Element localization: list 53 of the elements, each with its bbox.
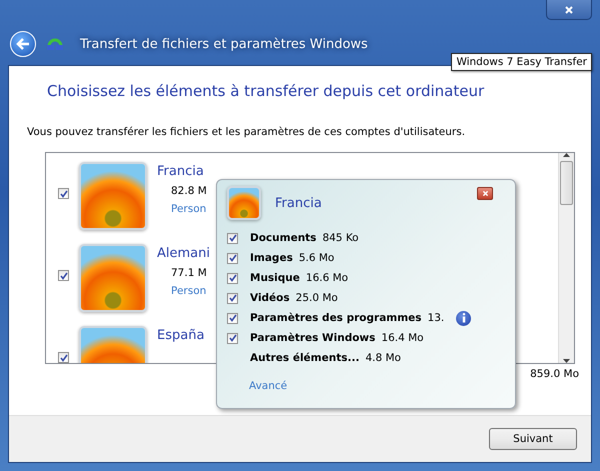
category-label: Vidéos <box>250 292 290 304</box>
category-size: 16.6 Mo <box>306 272 348 284</box>
checkbox[interactable] <box>58 352 69 363</box>
popup-close-button[interactable] <box>477 187 493 200</box>
flower-picture <box>79 244 147 312</box>
category-label: Images <box>250 252 293 264</box>
account-name: Francia <box>157 164 205 179</box>
account-name: Alemani <box>157 246 210 261</box>
checkbox[interactable] <box>227 332 238 344</box>
category-label: Paramètres Windows <box>250 332 376 344</box>
account-size: 77.1 M <box>171 267 208 279</box>
category-size: 4.8 Mo <box>365 352 401 364</box>
checkbox[interactable] <box>58 270 69 281</box>
back-button[interactable] <box>10 31 36 57</box>
total-size: 859.0 Mo <box>530 368 579 380</box>
transfer-icon <box>46 37 64 51</box>
flower-picture <box>227 186 261 220</box>
checkbox[interactable] <box>227 312 238 324</box>
category-size: 845 Ko <box>322 232 359 244</box>
tooltip: Windows 7 Easy Transfer <box>451 53 592 71</box>
close-icon <box>482 190 488 197</box>
checkbox[interactable] <box>227 272 238 284</box>
scrollbar-thumb[interactable] <box>560 161 573 205</box>
next-button[interactable]: Suivant <box>489 428 577 450</box>
category-label: Musique <box>250 272 300 284</box>
scrollbar[interactable] <box>558 153 574 363</box>
page-heading: Choisissez les éléments à transférer depuis cet ordinateur <box>47 82 486 100</box>
up-arrow-icon <box>563 153 570 157</box>
down-arrow-icon <box>563 359 570 363</box>
intro-text: Vous pouvez transférer les fichiers et les paramètres de ces comptes d'utilisateurs. <box>27 126 466 138</box>
customize-link[interactable]: Person <box>171 285 210 297</box>
checkbox[interactable] <box>58 188 69 199</box>
flower-picture <box>79 162 147 230</box>
popup-account-name: Francia <box>275 196 322 210</box>
checkbox[interactable] <box>227 292 238 304</box>
category-size: 5.6 Mo <box>298 252 334 264</box>
category-size: 25.0 Mo <box>296 292 338 304</box>
checkbox[interactable] <box>227 252 238 264</box>
category-label: Autres éléments... <box>250 352 360 364</box>
window-title: Transfert de fichiers et paramètres Windows <box>80 36 368 52</box>
close-icon <box>564 4 574 14</box>
category-label: Paramètres des programmes <box>250 312 422 324</box>
category-size: 16.4 Mo <box>381 332 424 344</box>
info-icon[interactable] <box>456 310 472 326</box>
account-size: 82.8 M <box>171 185 207 197</box>
category-size: 13. <box>428 312 444 324</box>
back-arrow-icon <box>16 38 30 50</box>
checkbox[interactable] <box>227 232 238 244</box>
category-label: Documents <box>250 232 316 244</box>
close-button[interactable] <box>546 0 592 20</box>
customize-link[interactable]: Person <box>171 203 207 215</box>
advanced-link[interactable]: Avancé <box>249 380 503 392</box>
account-name: España <box>157 328 204 343</box>
